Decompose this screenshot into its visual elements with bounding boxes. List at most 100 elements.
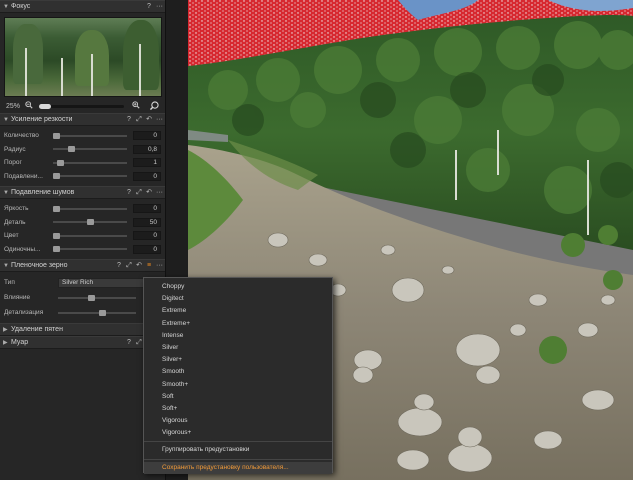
question-icon[interactable]: ?: [126, 189, 132, 197]
menu-item-preset[interactable]: Soft+: [144, 403, 332, 415]
copy-adjustments-icon[interactable]: ⤢: [136, 116, 142, 124]
question-icon[interactable]: ?: [126, 339, 132, 347]
more-icon[interactable]: ···: [156, 262, 163, 270]
grain-presets-menu: Choppy Digitect Extreme Extreme+ Intense…: [143, 277, 333, 474]
slider-track[interactable]: [52, 232, 128, 239]
reset-icon[interactable]: ↶: [146, 189, 152, 197]
zoom-in-icon[interactable]: [132, 101, 140, 111]
moire-tool-header[interactable]: ▶ Муар ? ⤢ ↶ ···: [0, 336, 165, 349]
slider-track[interactable]: [52, 219, 128, 226]
grain-granularity-label: Детализация: [4, 309, 44, 316]
slider-label: Подавлени...: [4, 172, 43, 180]
slider-label: Деталь: [4, 218, 26, 226]
grain-granularity-row: Детализация: [0, 305, 165, 320]
menu-separator: [144, 458, 332, 460]
slider-knob[interactable]: [88, 294, 95, 301]
menu-item-group-presets[interactable]: Группировать предустановки: [144, 444, 332, 456]
slider-label: Порог: [4, 159, 22, 167]
menu-item-preset[interactable]: Silver: [144, 342, 332, 354]
slider-track[interactable]: [52, 159, 128, 166]
menu-item-preset[interactable]: Extreme+: [144, 318, 332, 330]
menu-item-save-user-preset[interactable]: Сохранить предустановку пользователя...: [144, 461, 332, 474]
expand-arrow-icon[interactable]: ▶: [3, 326, 11, 333]
question-icon[interactable]: ?: [116, 262, 122, 270]
slider-track[interactable]: [52, 246, 128, 253]
expand-arrow-icon[interactable]: ▶: [3, 339, 11, 346]
slider-track[interactable]: [52, 146, 128, 153]
collapse-arrow-icon[interactable]: ▼: [3, 263, 11, 269]
slider-knob[interactable]: [52, 173, 60, 180]
focus-zoom-row: 25%: [0, 99, 165, 113]
menu-item-preset[interactable]: Vigorous: [144, 415, 332, 427]
value-field[interactable]: 0: [133, 171, 161, 181]
spot-removal-tool-header[interactable]: ▶ Удаление пятен ? ···: [0, 323, 165, 336]
sharpening-tool-body: Количество 0 Радиус 0,8 Порог 1 Подавлен…: [0, 126, 165, 186]
value-field[interactable]: 1: [133, 158, 161, 168]
question-icon[interactable]: ?: [126, 116, 132, 124]
collapse-arrow-icon[interactable]: ▼: [3, 4, 11, 10]
copy-adjustments-icon[interactable]: ⤢: [126, 262, 132, 270]
grain-tool-header[interactable]: ▼ Пленочное зерно ? ⤢ ↶ ≡ ···: [0, 259, 165, 272]
presets-icon[interactable]: ≡: [146, 262, 152, 270]
grain-impact-row: Влияние: [0, 290, 165, 305]
slider-label: Радиус: [4, 145, 26, 153]
slider-track[interactable]: [52, 132, 128, 139]
zoom-out-icon[interactable]: [25, 101, 33, 111]
slider-knob[interactable]: [99, 309, 106, 316]
question-icon[interactable]: ?: [146, 3, 152, 11]
copy-adjustments-icon[interactable]: ⤢: [136, 189, 142, 197]
slider-row: Подавлени... 0: [0, 170, 165, 184]
grain-impact-slider[interactable]: [58, 294, 136, 301]
slider-knob[interactable]: [56, 159, 64, 166]
focus-thumbnail[interactable]: [4, 17, 162, 97]
value-field[interactable]: 0: [133, 131, 161, 141]
noise-tool-header[interactable]: ▼ Подавление шумов ? ⤢ ↶ ···: [0, 186, 165, 199]
tool-panel: ▼ Фокус ? ··· 25% ▼ Усиление резкости ? …: [0, 0, 166, 480]
zoom-slider[interactable]: [39, 103, 124, 109]
value-field[interactable]: 0: [133, 204, 161, 214]
value-field[interactable]: 0,8: [133, 144, 161, 154]
menu-item-preset[interactable]: Digitect: [144, 293, 332, 305]
slider-track[interactable]: [52, 173, 128, 180]
menu-item-preset[interactable]: Choppy: [144, 281, 332, 293]
value-field[interactable]: 0: [133, 244, 161, 254]
menu-item-preset[interactable]: Vigorous+: [144, 427, 332, 439]
collapse-arrow-icon[interactable]: ▼: [3, 190, 11, 196]
slider-knob[interactable]: [52, 205, 60, 212]
copy-adjustments-icon[interactable]: ⤢: [136, 339, 142, 347]
value-field[interactable]: 50: [133, 217, 161, 227]
collapse-arrow-icon[interactable]: ▼: [3, 117, 11, 123]
menu-separator: [144, 441, 332, 443]
slider-knob[interactable]: [52, 246, 60, 253]
reset-icon[interactable]: ↶: [136, 262, 142, 270]
menu-item-preset[interactable]: Smooth+: [144, 379, 332, 391]
more-icon[interactable]: ···: [156, 3, 163, 11]
slider-knob[interactable]: [67, 146, 75, 153]
grain-type-label: Тип: [4, 279, 15, 286]
value-field[interactable]: 0: [133, 231, 161, 241]
slider-track[interactable]: [52, 205, 128, 212]
more-icon[interactable]: ···: [156, 189, 163, 197]
menu-item-preset[interactable]: Intense: [144, 330, 332, 342]
focus-tool-header[interactable]: ▼ Фокус ? ···: [0, 0, 165, 13]
spot-removal-tool-title: Удаление пятен: [11, 326, 63, 333]
slider-knob[interactable]: [52, 232, 60, 239]
menu-item-preset[interactable]: Extreme: [144, 305, 332, 317]
slider-knob[interactable]: [86, 219, 94, 226]
slider-label: Яркость: [4, 205, 29, 213]
reset-icon[interactable]: ↶: [146, 116, 152, 124]
grain-granularity-slider[interactable]: [58, 309, 136, 316]
menu-item-preset[interactable]: Soft: [144, 391, 332, 403]
slider-label: Одиночны...: [4, 245, 41, 253]
grain-impact-label: Влияние: [4, 294, 31, 301]
sharpening-tool-header[interactable]: ▼ Усиление резкости ? ⤢ ↶ ···: [0, 113, 165, 126]
more-icon[interactable]: ···: [156, 116, 163, 124]
slider-knob[interactable]: [52, 132, 60, 139]
moire-tool-title: Муар: [11, 339, 29, 346]
menu-item-preset[interactable]: Smooth: [144, 366, 332, 378]
zoom-slider-knob[interactable]: [39, 103, 52, 109]
slider-row: Яркость 0: [0, 202, 165, 216]
slider-row: Деталь 50: [0, 216, 165, 230]
menu-item-preset[interactable]: Silver+: [144, 354, 332, 366]
loupe-icon[interactable]: [149, 100, 159, 112]
